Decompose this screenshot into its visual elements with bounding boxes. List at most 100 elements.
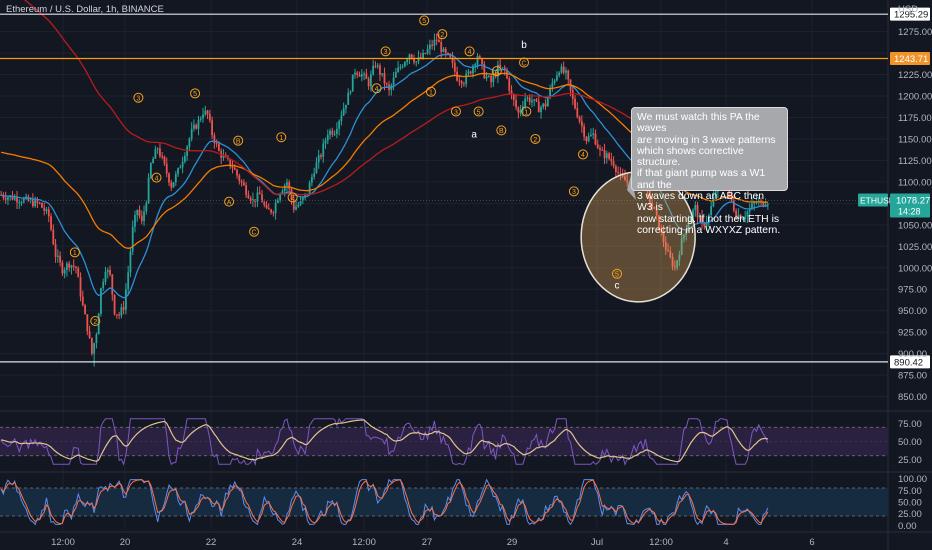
candle-body	[333, 133, 336, 135]
candle-body	[397, 67, 400, 73]
candle-body	[424, 52, 427, 54]
candle-body	[608, 153, 610, 159]
candle-body	[145, 202, 148, 212]
time-tick-label: 20	[120, 537, 131, 548]
time-tick-label: 22	[206, 537, 217, 548]
candle-body	[603, 150, 606, 159]
candle-body	[585, 136, 588, 142]
candle-body	[265, 205, 268, 209]
candle-body	[322, 143, 325, 157]
candle-body	[565, 70, 567, 73]
candle-body	[72, 265, 75, 267]
candle-body	[526, 97, 529, 99]
wave-label: 2	[440, 32, 444, 39]
candle-body	[576, 108, 579, 117]
candle-body	[115, 314, 118, 316]
wave-label: 1	[279, 135, 283, 142]
candle-body	[519, 109, 522, 113]
wave-label: B	[236, 138, 241, 145]
candle-body	[617, 172, 620, 174]
candle-body	[379, 65, 381, 75]
wave-label: 3	[454, 109, 458, 116]
candle-body	[202, 114, 204, 119]
candle-body	[66, 263, 68, 270]
candle-body	[247, 194, 250, 199]
candle-body	[52, 229, 55, 245]
candle-body	[297, 204, 300, 207]
candle-body	[263, 202, 266, 206]
candle-body	[317, 155, 320, 163]
price-tick-label: 925.00	[898, 328, 927, 339]
candle-body	[165, 163, 168, 174]
candle-body	[444, 48, 447, 53]
candle-body	[331, 130, 334, 135]
candle-body	[442, 48, 445, 52]
price-tick-label: 850.00	[898, 392, 927, 403]
candle-body	[172, 182, 175, 188]
level-price-label: 1243.71	[894, 54, 928, 65]
candle-body	[215, 143, 218, 145]
wave-label: 2	[291, 195, 295, 202]
price-tick-label: 875.00	[898, 371, 927, 382]
candle-body	[415, 61, 418, 63]
candle-body	[7, 197, 9, 200]
candle-body	[122, 307, 125, 310]
candle-body	[558, 72, 561, 76]
candle-body	[363, 73, 365, 75]
candle-body	[163, 156, 166, 164]
candle-body	[562, 66, 565, 73]
candle-body	[326, 134, 329, 141]
candle-body	[18, 202, 21, 204]
candle-body	[286, 182, 288, 186]
price-tick-label: 1175.00	[898, 113, 932, 124]
candle-body	[540, 107, 542, 113]
wave-label: 3	[572, 189, 576, 196]
candle-body	[487, 76, 490, 78]
candle-body	[186, 146, 189, 156]
candle-body	[242, 182, 245, 186]
candle-body	[524, 98, 527, 107]
candle-body	[138, 209, 141, 216]
chart-canvas[interactable]: 1295.291243.71890.42850.00875.00900.0092…	[0, 0, 932, 550]
price-tick-label: 900.00	[898, 349, 927, 360]
candle-body	[181, 161, 184, 168]
wave-label: 2	[93, 319, 97, 326]
candle-body	[188, 138, 191, 147]
candle-body	[236, 169, 238, 176]
candle-body	[383, 73, 386, 84]
candle-body	[612, 161, 615, 167]
wave-label: C	[521, 60, 526, 67]
candle-body	[100, 288, 102, 314]
candle-body	[120, 307, 123, 316]
candle-body	[240, 180, 243, 183]
candle-body	[531, 100, 533, 103]
candle-body	[288, 182, 291, 190]
candle-body	[580, 121, 583, 127]
stoch-tick-label: 25.00	[898, 509, 922, 520]
candle-body	[426, 49, 429, 54]
candle-body	[440, 42, 443, 52]
candle-body	[467, 71, 470, 74]
candle-body	[154, 149, 157, 159]
time-tick-label: 27	[422, 537, 433, 548]
time-tick-label: 4	[723, 537, 728, 548]
candle-body	[435, 39, 438, 41]
candle-body	[381, 73, 384, 75]
rsi-tick-label: 50.00	[898, 437, 922, 448]
candle-body	[118, 314, 120, 316]
symbol-tag-label: ETHUSD	[860, 196, 895, 206]
candle-body	[533, 99, 536, 101]
candle-body	[458, 80, 461, 82]
candle-body	[143, 211, 145, 221]
candle-body	[81, 296, 84, 306]
candle-body	[195, 124, 198, 129]
candle-body	[170, 182, 173, 188]
candle-body	[34, 199, 37, 207]
wave-label: 5	[615, 272, 619, 279]
candle-body	[367, 78, 370, 87]
candle-body	[508, 78, 511, 91]
candle-body	[438, 40, 440, 43]
candle-body	[376, 65, 379, 67]
candle-body	[272, 212, 275, 214]
candle-body	[601, 149, 604, 151]
